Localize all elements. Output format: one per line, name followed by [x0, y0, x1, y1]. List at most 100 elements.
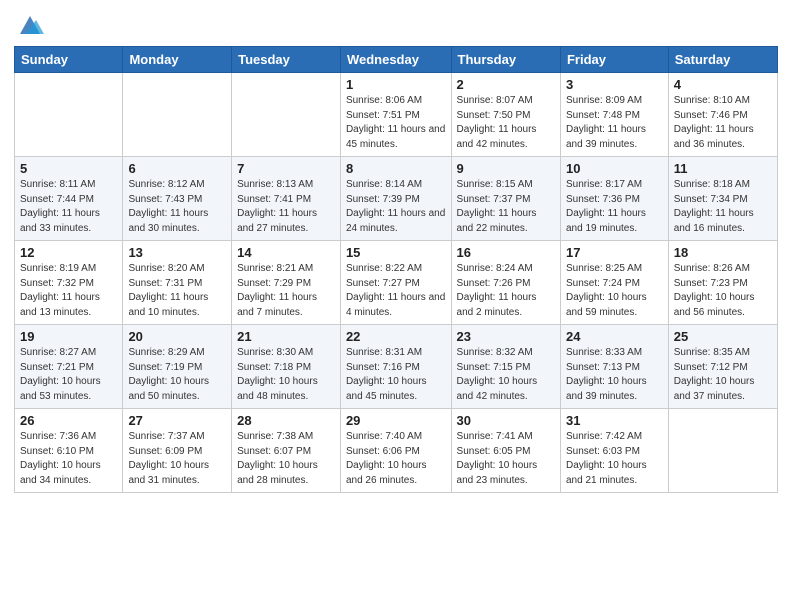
day-cell: 20Sunrise: 8:29 AM Sunset: 7:19 PM Dayli…: [123, 325, 232, 409]
day-info: Sunrise: 8:32 AM Sunset: 7:15 PM Dayligh…: [457, 346, 555, 404]
day-cell: 3 Sunrise: 8:09 AM Sunset: 7:48 PM Daylig…: [560, 73, 668, 157]
weekday-header-sunday: Sunday: [15, 47, 123, 73]
day-number: 13: [128, 245, 226, 260]
day-info: Sunrise: 7:38 AM Sunset: 6:07 PM Dayligh…: [237, 430, 335, 488]
day-cell: 24 Sunrise: 8:33 AM Sunset: 7:13 PM Dayli…: [560, 325, 668, 409]
weekday-header-tuesday: Tuesday: [232, 47, 341, 73]
week-row-2: 5 Sunrise: 8:11 AM Sunset: 7:44 PM Daylig…: [15, 157, 778, 241]
day-info: Sunrise: 8:26 AM Sunset: 7:23 PM Dayligh…: [674, 262, 772, 320]
day-number: 15: [346, 245, 446, 260]
day-cell: [668, 409, 777, 493]
day-number: 28: [237, 413, 335, 428]
day-info: Sunrise: 8:20 AM Sunset: 7:31 PM Dayligh…: [128, 262, 226, 320]
day-number: 29: [346, 413, 446, 428]
day-number: 17: [566, 245, 663, 260]
weekday-header-thursday: Thursday: [451, 47, 560, 73]
day-cell: 21 Sunrise: 8:30 AM Sunset: 7:18 PM Dayli…: [232, 325, 341, 409]
day-info: Sunrise: 8:19 AM Sunset: 7:32 PM Dayligh…: [20, 262, 117, 320]
day-number: 12: [20, 245, 117, 260]
day-number: 6: [128, 161, 226, 176]
day-cell: 22 Sunrise: 8:31 AM Sunset: 7:16 PM Dayli…: [340, 325, 451, 409]
day-info: Sunrise: 8:22 AM Sunset: 7:27 PM Dayligh…: [346, 262, 446, 320]
day-cell: 25 Sunrise: 8:35 AM Sunset: 7:12 PM Dayli…: [668, 325, 777, 409]
day-number: 22: [346, 329, 446, 344]
day-info: Sunrise: 8:11 AM Sunset: 7:44 PM Dayligh…: [20, 178, 117, 236]
day-number: 23: [457, 329, 555, 344]
day-info: Sunrise: 8:06 AM Sunset: 7:51 PM Dayligh…: [346, 94, 446, 152]
day-cell: 4Sunrise: 8:10 AM Sunset: 7:46 PM Daylig…: [668, 73, 777, 157]
logo-icon: [16, 10, 44, 38]
day-cell: 23 Sunrise: 8:32 AM Sunset: 7:15 PM Dayli…: [451, 325, 560, 409]
day-cell: 14Sunrise: 8:21 AM Sunset: 7:29 PM Dayli…: [232, 241, 341, 325]
day-info: Sunrise: 8:24 AM Sunset: 7:26 PM Dayligh…: [457, 262, 555, 320]
day-number: 4: [674, 77, 772, 92]
day-cell: 6 Sunrise: 8:12 AM Sunset: 7:43 PM Daylig…: [123, 157, 232, 241]
day-cell: 7 Sunrise: 8:13 AM Sunset: 7:41 PM Daylig…: [232, 157, 341, 241]
day-info: Sunrise: 8:17 AM Sunset: 7:36 PM Dayligh…: [566, 178, 663, 236]
day-cell: 12 Sunrise: 8:19 AM Sunset: 7:32 PM Dayli…: [15, 241, 123, 325]
weekday-header-row: SundayMondayTuesdayWednesdayThursdayFrid…: [15, 47, 778, 73]
day-number: 26: [20, 413, 117, 428]
day-info: Sunrise: 8:35 AM Sunset: 7:12 PM Dayligh…: [674, 346, 772, 404]
weekday-header-wednesday: Wednesday: [340, 47, 451, 73]
day-number: 2: [457, 77, 555, 92]
day-cell: [232, 73, 341, 157]
day-info: Sunrise: 8:12 AM Sunset: 7:43 PM Dayligh…: [128, 178, 226, 236]
day-number: 21: [237, 329, 335, 344]
week-row-5: 26 Sunrise: 7:36 AM Sunset: 6:10 PM Dayli…: [15, 409, 778, 493]
day-number: 25: [674, 329, 772, 344]
day-cell: 29 Sunrise: 7:40 AM Sunset: 6:06 PM Dayli…: [340, 409, 451, 493]
day-cell: 10Sunrise: 8:17 AM Sunset: 7:36 PM Dayli…: [560, 157, 668, 241]
day-cell: 28 Sunrise: 7:38 AM Sunset: 6:07 PM Dayli…: [232, 409, 341, 493]
day-number: 18: [674, 245, 772, 260]
day-info: Sunrise: 8:31 AM Sunset: 7:16 PM Dayligh…: [346, 346, 446, 404]
day-info: Sunrise: 8:27 AM Sunset: 7:21 PM Dayligh…: [20, 346, 117, 404]
day-info: Sunrise: 8:09 AM Sunset: 7:48 PM Dayligh…: [566, 94, 663, 152]
day-number: 30: [457, 413, 555, 428]
day-cell: 8Sunrise: 8:14 AM Sunset: 7:39 PM Daylig…: [340, 157, 451, 241]
day-info: Sunrise: 8:15 AM Sunset: 7:37 PM Dayligh…: [457, 178, 555, 236]
day-cell: 16 Sunrise: 8:24 AM Sunset: 7:26 PM Dayli…: [451, 241, 560, 325]
day-info: Sunrise: 7:42 AM Sunset: 6:03 PM Dayligh…: [566, 430, 663, 488]
day-number: 5: [20, 161, 117, 176]
day-cell: [15, 73, 123, 157]
day-number: 19: [20, 329, 117, 344]
day-number: 8: [346, 161, 446, 176]
page: SundayMondayTuesdayWednesdayThursdayFrid…: [0, 0, 792, 612]
day-info: Sunrise: 8:33 AM Sunset: 7:13 PM Dayligh…: [566, 346, 663, 404]
day-number: 11: [674, 161, 772, 176]
day-cell: 5 Sunrise: 8:11 AM Sunset: 7:44 PM Daylig…: [15, 157, 123, 241]
day-cell: 19 Sunrise: 8:27 AM Sunset: 7:21 PM Dayli…: [15, 325, 123, 409]
day-cell: 11 Sunrise: 8:18 AM Sunset: 7:34 PM Dayli…: [668, 157, 777, 241]
day-cell: 13 Sunrise: 8:20 AM Sunset: 7:31 PM Dayli…: [123, 241, 232, 325]
day-info: Sunrise: 8:21 AM Sunset: 7:29 PM Dayligh…: [237, 262, 335, 320]
day-cell: 2Sunrise: 8:07 AM Sunset: 7:50 PM Daylig…: [451, 73, 560, 157]
day-info: Sunrise: 8:29 AM Sunset: 7:19 PM Dayligh…: [128, 346, 226, 404]
day-info: Sunrise: 7:41 AM Sunset: 6:05 PM Dayligh…: [457, 430, 555, 488]
day-cell: 27Sunrise: 7:37 AM Sunset: 6:09 PM Dayli…: [123, 409, 232, 493]
day-cell: 18 Sunrise: 8:26 AM Sunset: 7:23 PM Dayli…: [668, 241, 777, 325]
day-cell: 1Sunrise: 8:06 AM Sunset: 7:51 PM Daylig…: [340, 73, 451, 157]
weekday-header-saturday: Saturday: [668, 47, 777, 73]
day-number: 16: [457, 245, 555, 260]
day-number: 31: [566, 413, 663, 428]
day-info: Sunrise: 8:18 AM Sunset: 7:34 PM Dayligh…: [674, 178, 772, 236]
day-info: Sunrise: 8:30 AM Sunset: 7:18 PM Dayligh…: [237, 346, 335, 404]
day-info: Sunrise: 7:37 AM Sunset: 6:09 PM Dayligh…: [128, 430, 226, 488]
week-row-4: 19 Sunrise: 8:27 AM Sunset: 7:21 PM Dayli…: [15, 325, 778, 409]
weekday-header-monday: Monday: [123, 47, 232, 73]
day-info: Sunrise: 8:13 AM Sunset: 7:41 PM Dayligh…: [237, 178, 335, 236]
day-cell: [123, 73, 232, 157]
day-info: Sunrise: 7:40 AM Sunset: 6:06 PM Dayligh…: [346, 430, 446, 488]
day-info: Sunrise: 7:36 AM Sunset: 6:10 PM Dayligh…: [20, 430, 117, 488]
day-cell: 17Sunrise: 8:25 AM Sunset: 7:24 PM Dayli…: [560, 241, 668, 325]
day-number: 7: [237, 161, 335, 176]
day-number: 3: [566, 77, 663, 92]
logo: [14, 10, 44, 38]
day-cell: 15 Sunrise: 8:22 AM Sunset: 7:27 PM Dayli…: [340, 241, 451, 325]
weekday-header-friday: Friday: [560, 47, 668, 73]
day-cell: 9Sunrise: 8:15 AM Sunset: 7:37 PM Daylig…: [451, 157, 560, 241]
day-number: 24: [566, 329, 663, 344]
week-row-1: 1Sunrise: 8:06 AM Sunset: 7:51 PM Daylig…: [15, 73, 778, 157]
week-row-3: 12 Sunrise: 8:19 AM Sunset: 7:32 PM Dayli…: [15, 241, 778, 325]
